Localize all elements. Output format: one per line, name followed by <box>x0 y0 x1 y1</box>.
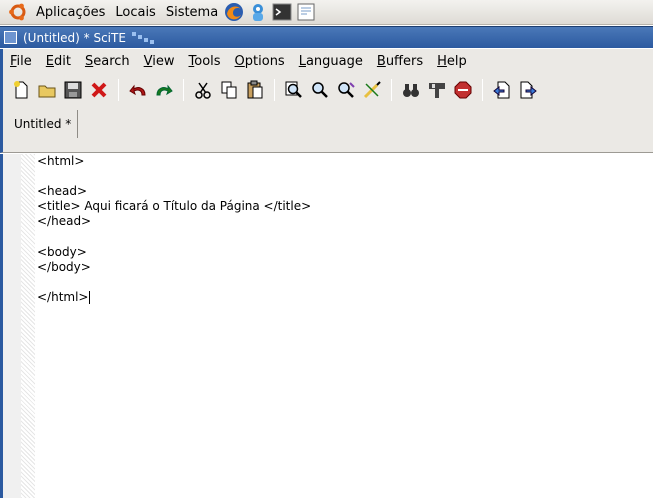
menu-accelerator: V <box>143 53 153 69</box>
replace-icon[interactable] <box>334 78 358 102</box>
menu-accelerator: B <box>376 53 386 69</box>
go-to-icon[interactable] <box>360 78 384 102</box>
code-line-text: </head> <box>37 214 92 229</box>
undo-icon[interactable] <box>126 78 150 102</box>
code-line: </html> <box>37 290 311 305</box>
code-line: </head> <box>37 214 311 229</box>
panel-menu-system[interactable]: Sistema <box>164 5 220 20</box>
build-icon[interactable] <box>425 78 449 102</box>
previous-buffer-icon[interactable] <box>490 78 514 102</box>
save-file-icon[interactable] <box>61 78 85 102</box>
code-line: <body> <box>37 245 311 260</box>
menu-label-rest: earch <box>93 53 130 69</box>
toolbar <box>0 73 653 107</box>
new-file-icon[interactable] <box>9 78 33 102</box>
menu-accelerator: S <box>84 53 94 69</box>
window-title: (Untitled) * SciTE <box>23 30 126 45</box>
menu-file[interactable]: File <box>3 54 39 69</box>
toolbar-separator <box>482 79 483 101</box>
toolbar-separator <box>118 79 119 101</box>
code-line: <html> <box>37 154 311 169</box>
menu-buffers[interactable]: Buffers <box>370 54 430 69</box>
panel-menu-places[interactable]: Locais <box>113 5 157 20</box>
menu-accelerator: O <box>234 53 245 69</box>
code-line-text: <body> <box>37 244 87 259</box>
code-line-text: </html> <box>37 289 89 304</box>
menu-label-rest: elp <box>446 53 467 69</box>
panel-menu-applications[interactable]: Aplicações <box>34 5 107 20</box>
menu-language[interactable]: Language <box>292 54 370 69</box>
text-editor-icon[interactable] <box>296 2 316 22</box>
stop-icon[interactable] <box>451 78 475 102</box>
menu-options[interactable]: Options <box>228 54 292 69</box>
menu-tools[interactable]: Tools <box>182 54 228 69</box>
scite-app-icon <box>130 31 158 45</box>
menu-view[interactable]: View <box>137 54 182 69</box>
menu-search[interactable]: Search <box>78 54 137 69</box>
menu-label-rest: ile <box>16 53 32 69</box>
menu-label-rest: iew <box>152 53 175 69</box>
help-icon[interactable] <box>248 2 268 22</box>
ubuntu-logo-icon[interactable] <box>8 2 28 22</box>
editor-pane[interactable]: <html> <head> <title> Aqui ficará o Título… <box>0 154 653 498</box>
code-text[interactable]: <html> <head> <title> Aqui ficará o Título… <box>37 154 311 305</box>
menu-accelerator: H <box>437 53 447 69</box>
close-file-icon[interactable] <box>87 78 111 102</box>
toolbar-separator <box>183 79 184 101</box>
paste-icon[interactable] <box>243 78 267 102</box>
code-line: <head> <box>37 184 311 199</box>
buffer-tab-strip: Untitled * <box>0 107 653 153</box>
open-file-icon[interactable] <box>35 78 59 102</box>
menu-edit[interactable]: Edit <box>39 54 78 69</box>
menu-label-rest: ptions <box>244 53 285 69</box>
redo-icon[interactable] <box>152 78 176 102</box>
code-line: <title> Aqui ficará o Título da Página <… <box>37 199 311 214</box>
find-in-files-icon[interactable] <box>399 78 423 102</box>
code-line-text: <html> <box>37 154 85 168</box>
top-panel: Aplicações Locais Sistema <box>0 0 653 25</box>
menu-help[interactable]: Help <box>430 54 474 69</box>
cut-icon[interactable] <box>191 78 215 102</box>
menubar: File Edit Search View Tools Options Language Bu… <box>0 49 653 73</box>
toolbar-separator <box>391 79 392 101</box>
text-caret <box>88 290 90 304</box>
menu-accelerator: E <box>45 53 54 69</box>
firefox-icon[interactable] <box>224 2 244 22</box>
tab-untitled[interactable]: Untitled * <box>8 110 79 138</box>
menu-label-rest: ools <box>194 53 221 69</box>
fold-margin[interactable] <box>21 154 35 498</box>
next-buffer-icon[interactable] <box>516 78 540 102</box>
window-menu-icon[interactable] <box>4 31 17 44</box>
find-icon[interactable] <box>282 78 306 102</box>
menu-label-rest: dit <box>54 53 71 69</box>
copy-icon[interactable] <box>217 78 241 102</box>
code-line-text: <title> Aqui ficará o Título da Página <… <box>37 199 312 214</box>
menu-label-rest: anguage <box>305 53 363 69</box>
find-next-icon[interactable] <box>308 78 332 102</box>
code-line: </body> <box>37 260 311 275</box>
code-line-text: <head> <box>37 184 88 199</box>
toolbar-separator <box>274 79 275 101</box>
menu-accelerator: L <box>298 53 306 69</box>
tab-label: Untitled * <box>14 117 72 131</box>
terminal-icon[interactable] <box>272 2 292 22</box>
line-number-margin <box>3 154 21 498</box>
menu-label-rest: uffers <box>385 53 424 69</box>
code-line-text: </body> <box>37 259 91 274</box>
window-titlebar[interactable]: (Untitled) * SciTE <box>0 26 653 48</box>
